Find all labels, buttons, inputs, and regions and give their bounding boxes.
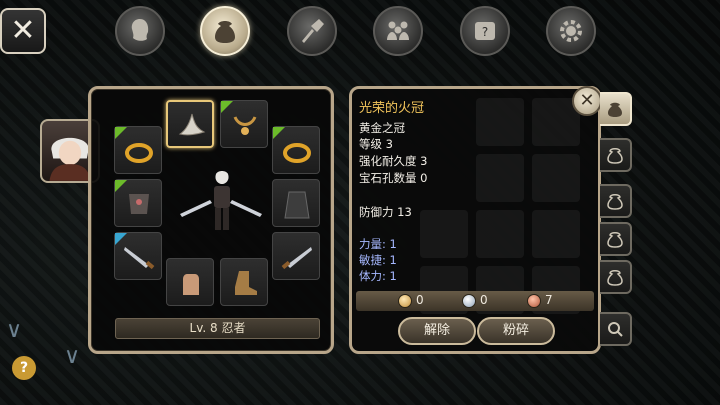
bag-icon xyxy=(607,270,623,286)
equip-slot-ring-right[interactable] xyxy=(272,126,320,174)
chevron-down-icon: ∨ xyxy=(64,344,81,369)
crown-icon xyxy=(178,113,206,136)
shatter-button[interactable]: 粉碎 xyxy=(477,317,555,345)
settings-gear-icon xyxy=(560,20,582,42)
gold-coin-icon xyxy=(398,294,412,308)
item-level: 等级 3 xyxy=(359,137,393,151)
silver-amount: 0 xyxy=(480,293,488,307)
bag-tab-1[interactable] xyxy=(600,92,632,126)
close-icon: ✕ xyxy=(579,90,595,111)
help-icon[interactable]: ? xyxy=(12,356,36,380)
tab-character[interactable] xyxy=(115,6,165,56)
bag-icon xyxy=(215,21,235,43)
equip-slot-necklace[interactable] xyxy=(220,100,268,148)
ring-icon xyxy=(125,143,153,163)
search-icon xyxy=(608,322,623,337)
hero-level-label: Lv. 8 忍者 xyxy=(115,318,320,339)
tab-inventory[interactable] xyxy=(200,6,250,56)
bag-tab-3[interactable] xyxy=(600,184,632,218)
tab-settings[interactable] xyxy=(546,6,596,56)
armor-icon xyxy=(129,194,149,214)
bag-tab-5[interactable] xyxy=(600,260,632,294)
equip-slot-cloak[interactable] xyxy=(272,179,320,227)
equip-slot-weapon-right[interactable] xyxy=(272,232,320,280)
bag-icon xyxy=(607,148,623,164)
chevron-down-icon: ∨ xyxy=(6,318,23,343)
bag-tab-search[interactable] xyxy=(600,312,632,346)
item-name: 光荣的火冠 xyxy=(359,101,425,116)
equip-slot-gloves[interactable] xyxy=(166,258,214,306)
tab-skills[interactable] xyxy=(287,6,337,56)
equip-slot-weapon-left[interactable] xyxy=(114,232,162,280)
close-button[interactable]: ✕ xyxy=(0,8,46,54)
silver-coin-icon xyxy=(462,294,476,308)
tab-quests[interactable]: ? xyxy=(460,6,510,56)
copper-coin-icon xyxy=(527,294,541,308)
quest-scroll-icon: ? xyxy=(475,22,495,40)
bag-icon xyxy=(607,232,623,248)
skill-icon xyxy=(302,19,324,43)
equip-slot-boots[interactable] xyxy=(220,258,268,306)
dagger-icon xyxy=(124,247,155,270)
bag-icon xyxy=(607,194,623,210)
tab-party[interactable] xyxy=(373,6,423,56)
unequip-button[interactable]: 解除 xyxy=(398,317,476,345)
copper-amount: 7 xyxy=(545,293,553,307)
bag-icon xyxy=(608,102,622,117)
boot-icon xyxy=(235,271,257,295)
close-icon: ✕ xyxy=(10,13,36,48)
bag-tab-2[interactable] xyxy=(600,138,632,172)
necklace-icon xyxy=(233,116,257,135)
equip-slot-head[interactable] xyxy=(166,100,214,148)
gold-amount: 0 xyxy=(416,293,424,307)
svg-text:?: ? xyxy=(482,25,488,39)
ring-icon xyxy=(283,143,311,163)
bag-tab-4[interactable] xyxy=(600,222,632,256)
item-gem-slots: 宝石孔数量 0 xyxy=(359,171,428,185)
head-icon xyxy=(131,19,149,41)
item-bonus-stamina: 体力: 1 xyxy=(359,269,397,283)
party-icon xyxy=(387,21,409,40)
item-durability: 强化耐久度 3 xyxy=(359,154,428,168)
equip-slot-ring-left[interactable] xyxy=(114,126,162,174)
item-type: 黄金之冠 xyxy=(359,121,405,135)
glove-icon xyxy=(183,274,199,295)
dagger-icon xyxy=(281,247,312,270)
equip-slot-armor[interactable] xyxy=(114,179,162,227)
item-bonus-agility: 敏捷: 1 xyxy=(359,253,397,267)
hero-model xyxy=(178,168,264,238)
cloak-icon xyxy=(284,191,310,219)
item-defense: 防御力 13 xyxy=(359,205,412,219)
detail-close-button[interactable]: ✕ xyxy=(572,86,602,116)
item-bonus-strength: 力量: 1 xyxy=(359,237,397,251)
